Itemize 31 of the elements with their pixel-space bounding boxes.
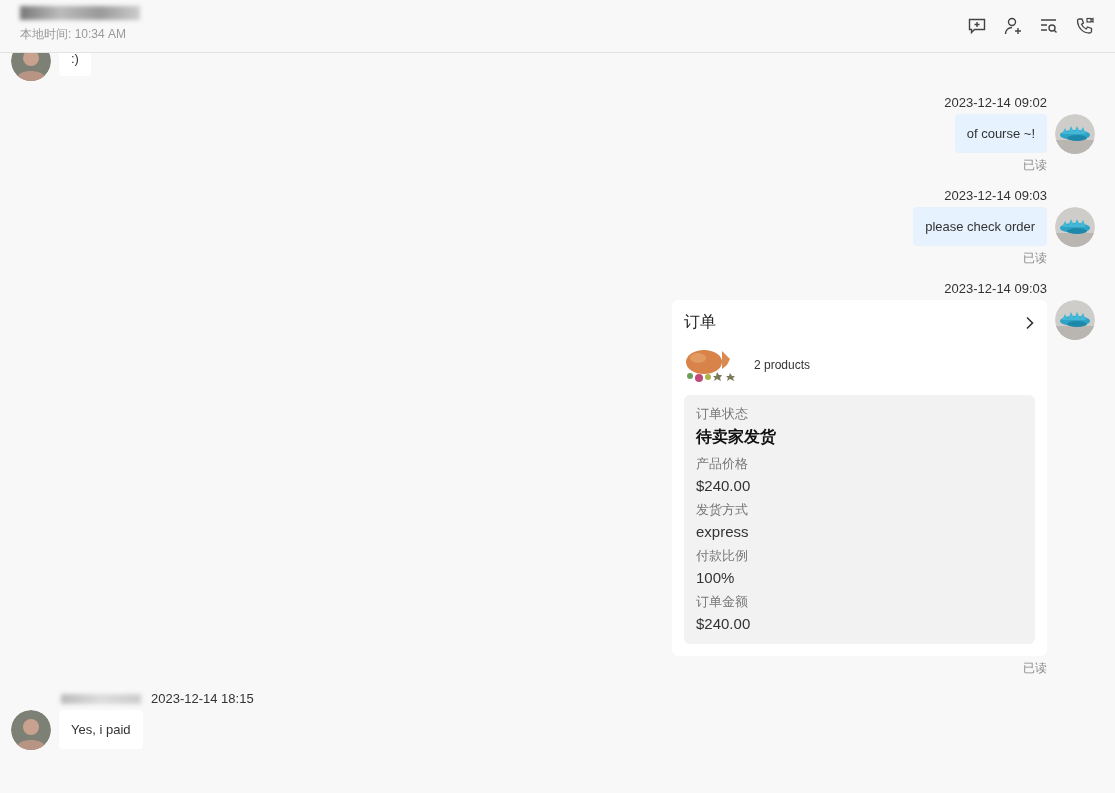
field-value: $240.00 xyxy=(696,615,752,632)
message-bubble: :) xyxy=(59,53,91,76)
field-label: 订单金额 xyxy=(696,593,749,611)
read-status: 已读 xyxy=(1023,660,1047,677)
avatar xyxy=(11,710,51,750)
read-status: 已读 xyxy=(1023,157,1047,174)
read-status: 已读 xyxy=(1023,250,1047,267)
message-time: 2023-12-14 09:03 xyxy=(944,188,1047,203)
order-title: 订单 xyxy=(684,312,716,332)
field-value: 100% xyxy=(696,569,736,586)
product-count: 2 products xyxy=(754,358,811,372)
order-card[interactable]: 订单 2 products 订单状态 待卖家发货 产品价格 $240.00 发货方式 express 付款比例 100% 订单金额 $240.00 xyxy=(672,300,1047,656)
avatar xyxy=(11,53,51,81)
field-label: 发货方式 xyxy=(696,501,749,519)
chevron-right-icon[interactable] xyxy=(1025,315,1035,330)
field-value: $240.00 xyxy=(696,477,752,494)
message-bubble: of course ~! xyxy=(954,114,1047,153)
field-label: 订单状态 xyxy=(696,405,749,423)
field-label: 产品价格 xyxy=(696,455,749,473)
field-label: 付款比例 xyxy=(696,547,749,565)
video-call-icon[interactable] xyxy=(1075,16,1095,36)
message-time: 2023-12-14 09:02 xyxy=(944,95,1047,110)
field-value: express xyxy=(696,523,750,540)
field-value: 待卖家发货 xyxy=(696,427,777,448)
local-time: 本地时间: 10:34 AM xyxy=(20,25,128,43)
message-bubble: please check order xyxy=(913,207,1047,246)
add-user-icon[interactable] xyxy=(1003,16,1023,36)
message-bubble: Yes, i paid xyxy=(59,710,143,749)
message-time: 2023-12-14 18:15 xyxy=(151,691,254,706)
add-comment-icon[interactable] xyxy=(967,16,987,36)
message-time: 2023-12-14 09:03 xyxy=(944,281,1047,296)
